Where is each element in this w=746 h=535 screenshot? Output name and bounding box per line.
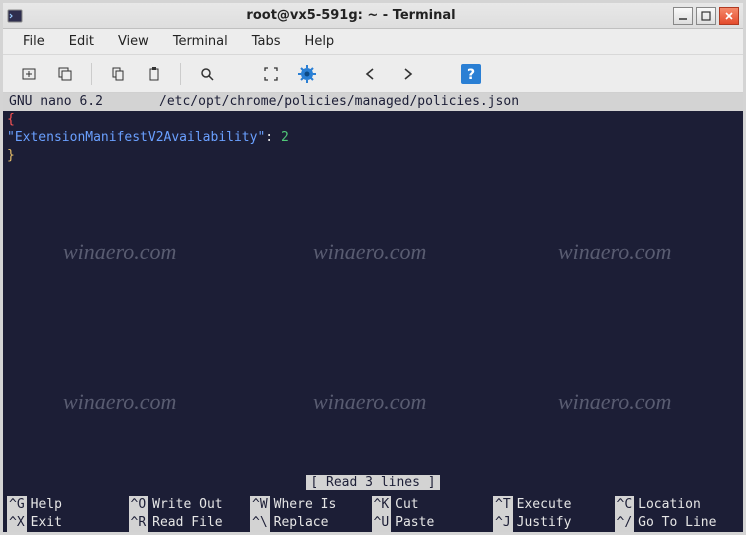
back-button[interactable] bbox=[355, 60, 387, 88]
watermark: winaero.com bbox=[558, 393, 671, 411]
shortcut-label: Cut bbox=[395, 496, 418, 514]
nano-shortcuts: ^GHelp ^OWrite Out ^WWhere Is ^KCut ^TEx… bbox=[3, 496, 743, 532]
shortcut-key: ^W bbox=[250, 496, 270, 514]
shortcut-row: ^GHelp ^OWrite Out ^WWhere Is ^KCut ^TEx… bbox=[3, 496, 743, 514]
terminal-scrollbar[interactable] bbox=[731, 111, 743, 474]
shortcut-key: ^\ bbox=[250, 514, 270, 532]
toolbar-separator bbox=[180, 63, 181, 85]
app-icon bbox=[7, 8, 23, 24]
shortcut-label: Go To Line bbox=[638, 514, 716, 532]
toolbar-separator bbox=[91, 63, 92, 85]
menu-file[interactable]: File bbox=[13, 31, 55, 52]
minimize-button[interactable] bbox=[673, 7, 693, 25]
forward-button[interactable] bbox=[391, 60, 423, 88]
paste-button[interactable] bbox=[138, 60, 170, 88]
shortcut-label: Replace bbox=[274, 514, 329, 532]
menu-edit[interactable]: Edit bbox=[59, 31, 104, 52]
search-button[interactable] bbox=[191, 60, 223, 88]
menu-view[interactable]: View bbox=[108, 31, 159, 52]
window-title: root@vx5-591g: ~ - Terminal bbox=[29, 8, 673, 23]
nano-status: [ Read 3 lines ] bbox=[3, 474, 743, 492]
shortcut-key: ^K bbox=[372, 496, 392, 514]
watermark: winaero.com bbox=[63, 393, 176, 411]
shortcut-key: ^T bbox=[493, 496, 513, 514]
shortcut-key: ^X bbox=[7, 514, 27, 532]
titlebar: root@vx5-591g: ~ - Terminal bbox=[3, 3, 743, 29]
fullscreen-button[interactable] bbox=[255, 60, 287, 88]
terminal-window: root@vx5-591g: ~ - Terminal File Edit Vi… bbox=[0, 0, 746, 535]
menu-tabs[interactable]: Tabs bbox=[242, 31, 291, 52]
settings-button[interactable] bbox=[291, 60, 323, 88]
menubar: File Edit View Terminal Tabs Help bbox=[3, 29, 743, 55]
shortcut-label: Read File bbox=[152, 514, 222, 532]
shortcut-label: Location bbox=[638, 496, 701, 514]
terminal-area[interactable]: GNU nano 6.2 /etc/opt/chrome/policies/ma… bbox=[3, 93, 743, 532]
shortcut-label: Write Out bbox=[152, 496, 222, 514]
new-window-button[interactable] bbox=[49, 60, 81, 88]
nano-filename: /etc/opt/chrome/policies/managed/policie… bbox=[159, 93, 737, 111]
shortcut-key: ^C bbox=[615, 496, 635, 514]
shortcut-label: Paste bbox=[395, 514, 434, 532]
content-line: "ExtensionManifestV2Availability": 2 bbox=[3, 129, 743, 147]
help-button[interactable]: ? bbox=[455, 60, 487, 88]
shortcut-label: Exit bbox=[31, 514, 62, 532]
menu-terminal[interactable]: Terminal bbox=[163, 31, 238, 52]
watermark: winaero.com bbox=[313, 393, 426, 411]
close-button[interactable] bbox=[719, 7, 739, 25]
copy-button[interactable] bbox=[102, 60, 134, 88]
svg-text:?: ? bbox=[467, 67, 475, 83]
new-tab-button[interactable] bbox=[13, 60, 45, 88]
watermark: winaero.com bbox=[63, 243, 176, 261]
shortcut-key: ^R bbox=[129, 514, 149, 532]
content-line: { bbox=[3, 111, 743, 129]
maximize-button[interactable] bbox=[696, 7, 716, 25]
shortcut-label: Execute bbox=[517, 496, 572, 514]
shortcut-key: ^/ bbox=[615, 514, 635, 532]
watermark: winaero.com bbox=[558, 243, 671, 261]
window-controls bbox=[673, 7, 739, 25]
shortcut-key: ^G bbox=[7, 496, 27, 514]
shortcut-key: ^U bbox=[372, 514, 392, 532]
nano-app-version: GNU nano 6.2 bbox=[9, 93, 159, 111]
shortcut-key: ^J bbox=[493, 514, 513, 532]
shortcut-label: Where Is bbox=[274, 496, 337, 514]
shortcut-row: ^XExit ^RRead File ^\Replace ^UPaste ^JJ… bbox=[3, 514, 743, 532]
shortcut-label: Help bbox=[31, 496, 62, 514]
content-line: } bbox=[3, 147, 743, 165]
watermark: winaero.com bbox=[313, 243, 426, 261]
toolbar: ? bbox=[3, 55, 743, 93]
menu-help[interactable]: Help bbox=[295, 31, 345, 52]
shortcut-key: ^O bbox=[129, 496, 149, 514]
shortcut-label: Justify bbox=[517, 514, 572, 532]
nano-titlebar: GNU nano 6.2 /etc/opt/chrome/policies/ma… bbox=[3, 93, 743, 111]
